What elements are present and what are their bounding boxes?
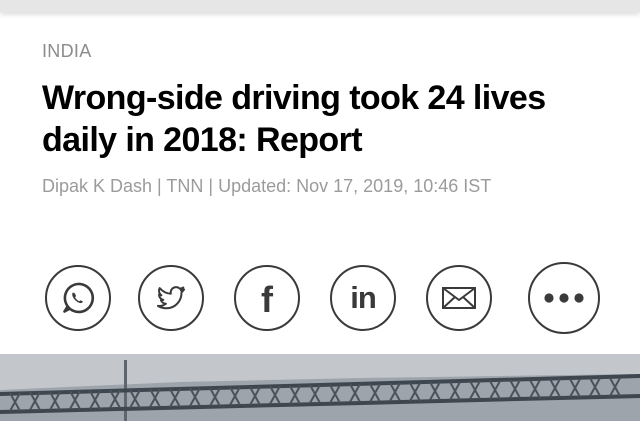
twitter-icon: [156, 286, 186, 310]
facebook-icon: f: [261, 279, 273, 320]
more-share-button[interactable]: [528, 262, 600, 334]
article-page: INDIA Wrong-side driving took 24 lives d…: [0, 0, 640, 421]
envelope-icon: [442, 287, 476, 309]
top-bar: [0, 0, 640, 12]
article-byline: Dipak K Dash | TNN | Updated: Nov 17, 20…: [42, 176, 492, 196]
section-label[interactable]: INDIA: [42, 40, 612, 62]
facebook-share-button[interactable]: f: [234, 265, 300, 331]
share-bar: f in: [0, 262, 640, 335]
flyover-truss-image: [0, 354, 640, 421]
linkedin-share-button[interactable]: in: [330, 265, 396, 331]
whatsapp-icon: [63, 282, 95, 314]
linkedin-icon: in: [350, 279, 377, 315]
whatsapp-share-button[interactable]: [45, 265, 111, 331]
twitter-share-button[interactable]: [138, 265, 204, 331]
article-header: INDIA Wrong-side driving took 24 lives d…: [42, 40, 612, 200]
more-dots-icon: [544, 293, 584, 303]
article-headline: Wrong-side driving took 24 lives daily i…: [42, 79, 546, 159]
email-share-button[interactable]: [426, 265, 492, 331]
article-hero-image[interactable]: [0, 354, 640, 421]
